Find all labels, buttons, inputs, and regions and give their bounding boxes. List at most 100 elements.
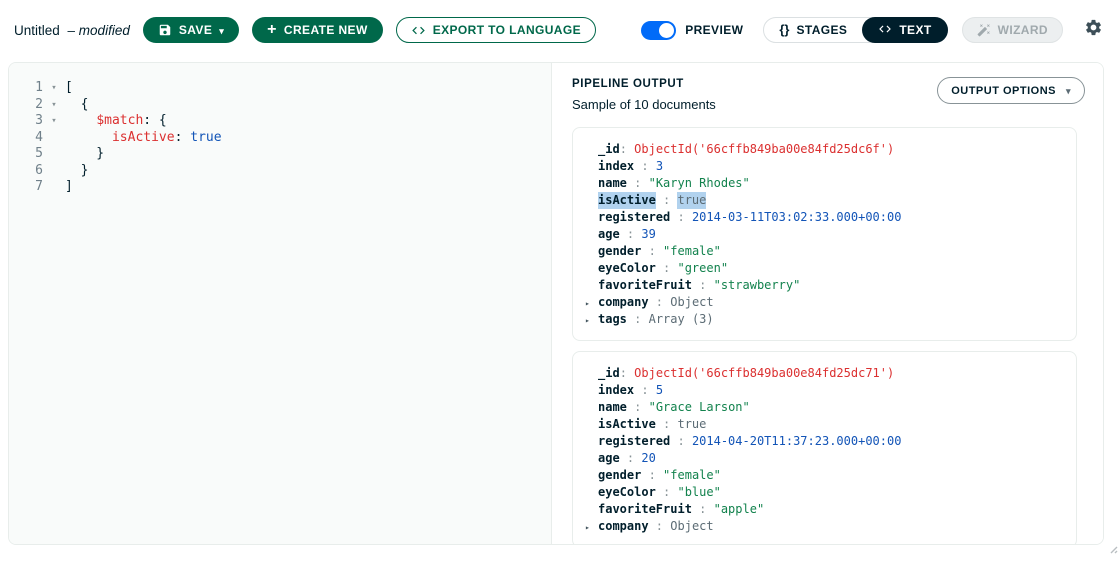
save-caret-down-icon[interactable]: ▾ [219,26,224,36]
field-separator: : [619,227,642,241]
field-value: 20 [641,451,656,465]
document-field-row: _id: ObjectId('66cffb849ba00e84fd25dc6f'… [585,141,1060,158]
document-field-row: index : 3 [585,158,1060,175]
field-key: name [598,176,627,190]
settings-gear-button[interactable] [1084,18,1103,42]
document-field-row: ▸ tags : Array (3) [585,311,1060,328]
expand-caret-placeholder [585,243,598,260]
field-separator: : [691,502,714,516]
expand-caret-placeholder [585,365,598,382]
field-value: ObjectId('66cffb849ba00e84fd25dc71') [634,366,895,380]
expand-caret-placeholder [585,399,598,416]
line-number: 6 [35,162,43,178]
field-value: 3 [655,159,664,173]
document-field-row: age : 20 [585,450,1060,467]
export-button-label: EXPORT TO LANGUAGE [432,23,582,37]
line-number: 2 [35,96,43,112]
expand-caret-placeholder [585,226,598,243]
pipeline-workspace: 1 ▾[2 ▾ {3 ▾ $match: {4 isActive: true 5 } 6 … [8,62,1104,545]
fold-caret-placeholder [43,163,65,180]
line-number: 7 [35,179,43,194]
code-token: [ [65,80,73,95]
field-key: gender [598,244,642,258]
document-field-row: favoriteFruit : "apple" [585,501,1060,518]
expand-caret-icon[interactable]: ▸ [585,294,598,311]
code-text: { [65,97,89,114]
wizard-button-label: WIZARD [997,23,1048,37]
document-preview-list[interactable]: _id: ObjectId('66cffb849ba00e84fd25dc6f'… [552,112,1103,544]
field-value: Object [670,295,714,309]
view-controls: PREVIEW {} STAGES TEXT WIZARD [641,17,1103,43]
code-line: 2 ▾ { [9,97,551,114]
document-field-row: ▸ company : Object [585,294,1060,311]
field-separator: : [670,434,692,448]
fold-caret-icon[interactable]: ▾ [43,80,65,97]
code-text: } [65,163,89,180]
document-field-row: gender : "female" [585,467,1060,484]
tab-stages[interactable]: {} STAGES [763,17,863,43]
field-key: isActive [598,417,656,431]
preview-toggle[interactable] [641,20,677,40]
document-card: _id: ObjectId('66cffb849ba00e84fd25dc6f'… [572,127,1077,341]
field-key: age [598,227,620,241]
expand-caret-placeholder [585,277,598,294]
expand-caret-placeholder [585,484,598,501]
create-new-button[interactable]: + CREATE NEW [252,17,383,43]
expand-caret-placeholder [585,416,598,433]
document-field-row: eyeColor : "blue" [585,484,1060,501]
expand-caret-placeholder [585,501,598,518]
field-separator: : [619,451,642,465]
save-icon [158,23,172,37]
line-number: 3 [35,113,43,128]
wizard-button[interactable]: WIZARD [961,17,1063,43]
expand-caret-placeholder [585,192,598,209]
tab-text-label: TEXT [899,23,932,37]
pipeline-code-editor[interactable]: 1 ▾[2 ▾ {3 ▾ $match: {4 isActive: true 5 } 6 … [9,63,552,544]
save-button[interactable]: SAVE ▾ [142,17,240,43]
field-key: tags [598,312,627,326]
expand-caret-placeholder [585,175,598,192]
pipeline-toolbar: Untitled – modified SAVE ▾ + CREATE NEW … [0,0,1120,60]
code-line: 3 ▾ $match: { [9,113,551,130]
tab-text[interactable]: TEXT [862,17,948,43]
expand-caret-placeholder [585,209,598,226]
field-separator: : [655,417,678,431]
field-separator: : [626,176,649,190]
code-line: 5 } [9,146,551,163]
preview-toggle-knob [659,22,675,38]
export-to-language-button[interactable]: EXPORT TO LANGUAGE [395,17,597,43]
field-key: index [598,159,635,173]
document-field-row: eyeColor : "green" [585,260,1060,277]
field-separator: : [641,468,664,482]
field-value: "strawberry" [713,278,801,292]
expand-caret-placeholder [585,141,598,158]
fold-caret-placeholder [43,130,65,147]
field-separator: : [619,142,635,156]
line-number: 4 [35,129,43,145]
fold-caret-icon[interactable]: ▾ [43,113,65,130]
code-icon [411,23,426,38]
expand-caret-icon[interactable]: ▸ [585,518,598,535]
stages-text-segmented-control: {} STAGES TEXT [763,17,948,43]
fold-caret-placeholder [43,179,65,196]
document-field-row: favoriteFruit : "strawberry" [585,277,1060,294]
document-field-row: isActive : true [585,192,1060,209]
field-key: name [598,400,627,414]
field-separator: : [655,261,678,275]
document-field-row: registered : 2014-03-11T03:02:33.000+00:… [585,209,1060,226]
gear-icon [1084,18,1103,42]
preview-toggle-label: PREVIEW [685,23,744,37]
field-key: index [598,383,635,397]
document-field-row: age : 39 [585,226,1060,243]
tab-stages-label: STAGES [796,23,848,37]
output-options-button[interactable]: OUTPUT OPTIONS ▾ [937,77,1085,104]
field-key: company [598,519,649,533]
expand-caret-icon[interactable]: ▸ [585,311,598,328]
fold-caret-icon[interactable]: ▾ [43,97,65,114]
field-value: true [677,192,707,209]
code-token: isActive [111,129,175,145]
document-field-row: name : "Karyn Rhodes" [585,175,1060,192]
window-resize-handle-icon[interactable] [1107,541,1118,559]
expand-caret-placeholder [585,433,598,450]
